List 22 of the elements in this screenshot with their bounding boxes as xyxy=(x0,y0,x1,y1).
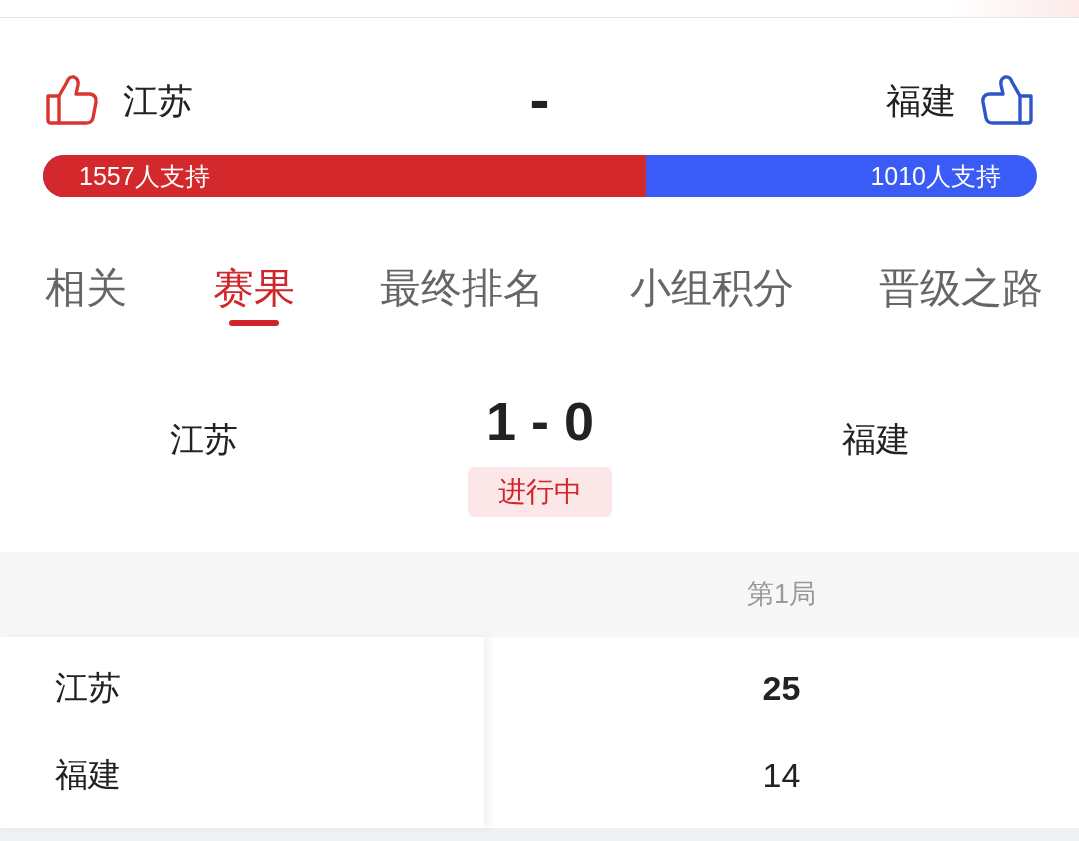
active-tab-indicator xyxy=(228,320,279,326)
match-score: 1 - 0 xyxy=(485,396,595,446)
set-score: 25 xyxy=(762,668,801,708)
team-name: 福建 xyxy=(55,755,121,795)
team-name: 江苏 xyxy=(170,422,238,456)
support-count: 1557人支持 xyxy=(79,163,210,189)
tab[interactable]: 赛果 xyxy=(212,252,295,326)
tab[interactable]: 小组积分 xyxy=(629,252,794,326)
team-name: 福建 xyxy=(841,422,910,456)
column-header: 第1局 xyxy=(747,578,816,612)
thumbs-up-icon[interactable] xyxy=(45,74,99,126)
team-name: 江苏 xyxy=(123,82,193,118)
thumbs-up-icon[interactable] xyxy=(980,74,1034,126)
tab[interactable]: 最终排名 xyxy=(380,252,544,326)
match-status-badge: 进行中 xyxy=(468,467,612,517)
set-score: 14 xyxy=(762,755,801,795)
versus-dash: - xyxy=(529,70,550,130)
team-name: 江苏 xyxy=(55,668,121,708)
tab[interactable]: 相关 xyxy=(45,252,127,326)
team-name: 福建 xyxy=(886,82,956,118)
support-count: 1010人支持 xyxy=(870,163,1001,189)
tab[interactable]: 晋级之路 xyxy=(879,252,1043,326)
